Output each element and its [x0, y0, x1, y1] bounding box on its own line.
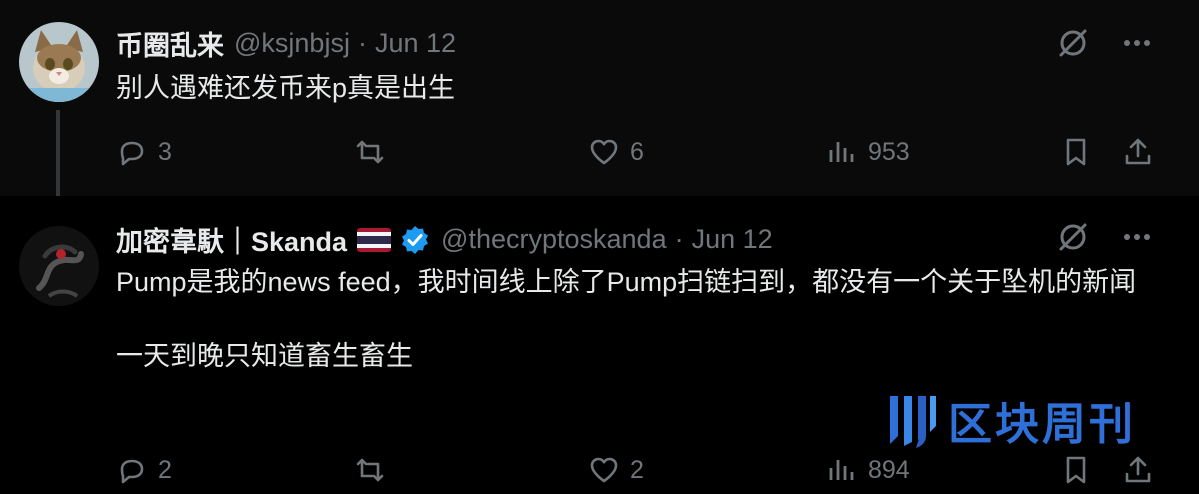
watermark-logo: 区块周刊 [886, 388, 1136, 452]
share-icon [1125, 456, 1151, 483]
repost-icon [356, 140, 384, 164]
reply-button[interactable]: 3 [116, 132, 172, 172]
tweet-text: Pump是我的news feed，我时间线上除了Pump扫链扫到，都没有一个关于… [116, 264, 1166, 375]
reply-icon [120, 459, 144, 484]
like-button[interactable]: 2 [588, 450, 644, 490]
repost-button[interactable] [354, 132, 386, 172]
share-button[interactable] [1122, 450, 1154, 490]
heart-icon [590, 457, 618, 483]
analytics-icon [829, 142, 854, 162]
like-button[interactable]: 6 [588, 132, 644, 172]
grok-icon[interactable] [1056, 26, 1090, 65]
like-count: 6 [630, 137, 644, 166]
tweet-header: 币圈乱来 @ksjnbjsj · Jun 12 [116, 24, 456, 63]
tweet-actions: 2 2 894 [116, 450, 1156, 490]
bookmark-icon [1066, 138, 1086, 166]
display-name[interactable]: 加密韋馱｜Skanda [116, 220, 347, 259]
tweet-paragraph: Pump是我的news feed，我时间线上除了Pump扫链扫到，都没有一个关于… [116, 267, 1137, 297]
reply-count: 2 [158, 455, 172, 484]
reply-icon [120, 141, 144, 166]
handle[interactable]: @thecryptoskanda [441, 224, 667, 255]
tweet-text: 别人遇难还发币来p真是出生 [116, 70, 1166, 107]
separator-dot: · [674, 224, 684, 254]
repost-icon [356, 458, 384, 482]
tweet-top-actions [1056, 26, 1154, 65]
tweet-paragraph: 一天到晚只知道畜生畜生 [116, 341, 413, 371]
bookmark-icon [1066, 456, 1086, 484]
display-name[interactable]: 币圈乱来 [116, 24, 224, 63]
more-options-icon[interactable] [1120, 220, 1154, 259]
more-options-icon[interactable] [1120, 26, 1154, 65]
share-icon [1125, 138, 1151, 165]
avatar[interactable] [19, 226, 99, 306]
watermark-logo-icon [890, 396, 936, 448]
avatar[interactable] [19, 22, 99, 102]
timestamp[interactable]: Jun 12 [375, 28, 456, 59]
tweet-paragraph: 别人遇难还发币来p真是出生 [116, 73, 456, 103]
repost-button[interactable] [354, 450, 386, 490]
verified-badge-icon[interactable] [399, 224, 431, 256]
handle[interactable]: @ksjnbjsj [234, 28, 350, 59]
thread-line [56, 110, 60, 208]
watermark-text: 区块周刊 [948, 400, 1136, 449]
tweet-top-actions [1056, 220, 1154, 259]
separator-dot: · [357, 28, 367, 58]
reply-count: 3 [158, 137, 172, 166]
bookmark-button[interactable] [1060, 450, 1092, 490]
tweet[interactable]: 币圈乱来 @ksjnbjsj · Jun 12 别人遇难还发币来p真是出生 3 … [0, 0, 1199, 208]
views-button[interactable]: 953 [826, 132, 910, 172]
grok-icon[interactable] [1056, 220, 1090, 259]
timestamp[interactable]: Jun 12 [692, 224, 773, 255]
bookmark-button[interactable] [1060, 132, 1092, 172]
view-count: 894 [868, 455, 910, 484]
tweet-header: 加密韋馱｜Skanda @thecryptoskanda · Jun 12 [116, 220, 773, 259]
view-count: 953 [868, 137, 910, 166]
share-button[interactable] [1122, 132, 1154, 172]
views-button[interactable]: 894 [826, 450, 910, 490]
thailand-flag-icon [357, 227, 392, 252]
analytics-icon [829, 460, 854, 480]
reply-button[interactable]: 2 [116, 450, 172, 490]
like-count: 2 [630, 455, 644, 484]
tweet-actions: 3 6 953 [116, 132, 1156, 172]
heart-icon [590, 139, 618, 165]
